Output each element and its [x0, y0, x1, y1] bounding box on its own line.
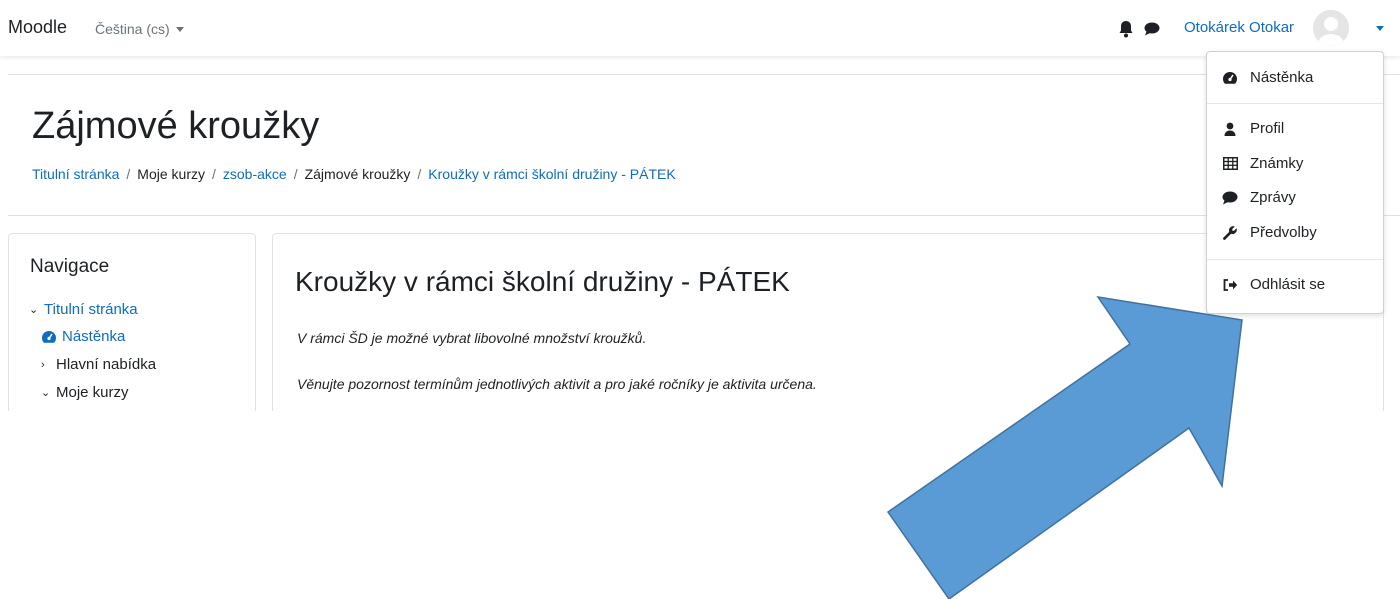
breadcrumb-category[interactable]: zsob-akce	[223, 166, 287, 182]
chat-icon[interactable]	[1144, 22, 1160, 36]
user-menu-dashboard[interactable]: Nástěnka	[1222, 69, 1313, 86]
nav-item-label: Titulní stránka	[44, 301, 138, 318]
dashboard-icon	[1222, 70, 1238, 86]
user-icon	[1222, 121, 1238, 137]
site-brand[interactable]: Moodle	[8, 17, 67, 38]
dashboard-icon	[42, 330, 56, 343]
section-title: Kroužky v rámci školní družiny - PÁTEK	[295, 266, 790, 297]
language-label: Čeština (cs)	[95, 21, 170, 37]
menu-divider	[1207, 103, 1383, 104]
nav-item-label: Nástěnka	[62, 328, 126, 345]
user-menu-label: Odhlásit se	[1250, 276, 1326, 293]
top-navbar: Moodle Čeština (cs) Otokárek Otokar	[0, 0, 1400, 56]
page-cutoff	[0, 411, 1400, 599]
user-menu-label: Předvolby	[1250, 224, 1317, 241]
table-icon	[1222, 156, 1238, 172]
chevron-down-icon[interactable]: ⌄	[41, 386, 51, 399]
nav-item-my-courses[interactable]: ⌄ Moje kurzy	[41, 384, 129, 401]
avatar-icon[interactable]	[1313, 10, 1349, 46]
wrench-icon	[1222, 225, 1238, 241]
breadcrumb-my-courses: Moje kurzy	[137, 166, 205, 182]
user-menu-grades[interactable]: Známky	[1222, 155, 1303, 172]
info-paragraph: Věnujte pozornost termínům jednotlivých …	[297, 376, 817, 392]
caret-down-icon	[175, 26, 184, 32]
breadcrumb-current-page[interactable]: Kroužky v rámci školní družiny - PÁTEK	[428, 166, 675, 182]
breadcrumb-separator: /	[126, 166, 131, 182]
username-link[interactable]: Otokárek Otokar	[1184, 19, 1294, 36]
breadcrumb-separator: /	[293, 166, 298, 182]
breadcrumb-course: Zájmové kroužky	[304, 166, 411, 182]
chevron-down-icon[interactable]: ⌄	[29, 303, 39, 316]
intro-paragraph: V rámci ŠD je možné vybrat libovolné mno…	[297, 330, 647, 346]
nav-item-main-menu[interactable]: › Hlavní nabídka	[41, 356, 156, 373]
user-menu-preferences[interactable]: Předvolby	[1222, 224, 1317, 241]
nav-item-label: Moje kurzy	[56, 384, 129, 401]
nav-item-label: Hlavní nabídka	[56, 356, 157, 373]
caret-down-icon[interactable]	[1376, 26, 1384, 31]
menu-divider	[1207, 259, 1383, 260]
breadcrumb: Titulní stránka / Moje kurzy / zsob-akce / Záj…	[32, 166, 676, 182]
page-header: Zájmové kroužky Titulní stránka / Moje kur…	[8, 74, 1400, 216]
user-menu-label: Profil	[1250, 120, 1285, 137]
navigation-block: Navigace ⌄ Titulní stránka Nástěnka › Hl…	[8, 233, 256, 435]
navigation-heading: Navigace	[30, 256, 110, 277]
user-menu-label: Známky	[1250, 155, 1304, 172]
breadcrumb-separator: /	[211, 166, 216, 182]
breadcrumb-home[interactable]: Titulní stránka	[32, 166, 119, 182]
page-title: Zájmové kroužky	[32, 105, 320, 147]
nav-item-home[interactable]: ⌄ Titulní stránka	[29, 301, 138, 318]
bell-icon[interactable]	[1118, 20, 1134, 38]
user-menu-messages[interactable]: Zprávy	[1222, 189, 1296, 206]
chat-icon	[1222, 190, 1238, 206]
nav-item-dashboard[interactable]: Nástěnka	[41, 328, 125, 345]
chevron-right-icon[interactable]: ›	[41, 359, 51, 371]
user-menu-logout[interactable]: Odhlásit se	[1222, 276, 1325, 293]
user-menu-dropdown: Nástěnka Profil Známky Zprávy Předvolby …	[1206, 51, 1384, 314]
breadcrumb-separator: /	[417, 166, 422, 182]
sign-out-icon	[1222, 277, 1238, 293]
user-menu-profile[interactable]: Profil	[1222, 120, 1284, 137]
user-menu-label: Zprávy	[1250, 189, 1296, 206]
language-selector[interactable]: Čeština (cs)	[95, 21, 184, 37]
user-menu-label: Nástěnka	[1250, 69, 1314, 86]
